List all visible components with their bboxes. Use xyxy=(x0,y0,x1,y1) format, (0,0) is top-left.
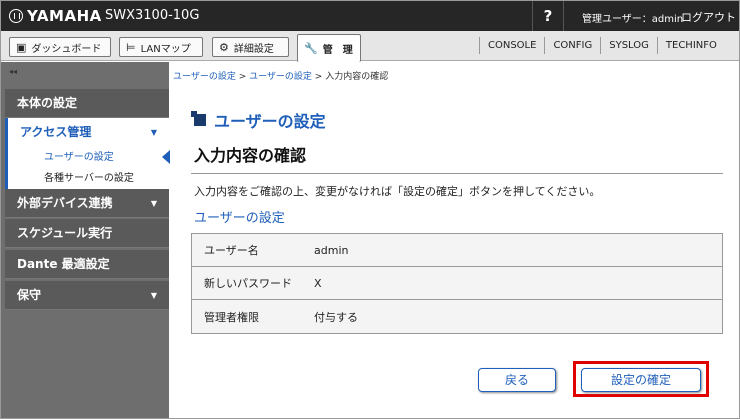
sidebar-item-label: スケジュール実行 xyxy=(17,226,113,240)
back-button[interactable]: 戻る xyxy=(478,368,556,392)
sidebar-item-label: 外部デバイス連携 xyxy=(17,196,113,210)
confirm-settings-button[interactable]: 設定の確定 xyxy=(581,368,701,392)
gear-icon: ⚙ xyxy=(219,40,229,54)
breadcrumb-current: 入力内容の確認 xyxy=(325,72,389,82)
sidebar-item-label: アクセス管理 xyxy=(20,125,92,139)
model-name: SWX3100-10G xyxy=(105,8,200,23)
row-value: 付与する xyxy=(314,310,358,324)
sidebar-item-label: 本体の設定 xyxy=(17,96,78,110)
user-info: 管理ユーザー：admin xyxy=(582,14,684,25)
sidebar-item-access-management[interactable]: アクセス管理 ▼ xyxy=(5,118,169,147)
tab-lanmap[interactable]: ⊨ LANマップ xyxy=(119,37,203,57)
logout-link[interactable]: ログアウト xyxy=(681,9,736,25)
dashboard-icon: ▣ xyxy=(16,40,27,54)
nav-bar: ▣ ダッシュボード ⊨ LANマップ ⚙ 詳細設定 🔧 管 理 CONSOLE … xyxy=(1,31,739,62)
app-window: YAMAHA SWX3100-10G ? 管理ユーザー：admin ログアウト … xyxy=(0,0,740,419)
top-bar: YAMAHA SWX3100-10G ? 管理ユーザー：admin ログアウト xyxy=(1,1,739,31)
section-title: ユーザーの設定 xyxy=(194,211,285,226)
row-value: X xyxy=(314,276,322,290)
tab-management-label: 管 理 xyxy=(322,45,353,56)
sidebar-item-label: ユーザーの設定 xyxy=(44,152,114,163)
breadcrumb-link-2[interactable]: ユーザーの設定 xyxy=(249,72,312,82)
tab-advanced-settings-label: 詳細設定 xyxy=(233,43,274,55)
external-links: CONSOLE CONFIG SYSLOG TECHINFO xyxy=(479,37,725,54)
sidebar-item-label: Dante 最適設定 xyxy=(17,257,110,271)
yamaha-logo-icon xyxy=(9,9,23,23)
tab-advanced-settings[interactable]: ⚙ 詳細設定 xyxy=(212,37,289,57)
breadcrumb-separator: > xyxy=(235,72,250,82)
breadcrumb-separator: > xyxy=(311,72,326,82)
sidebar-item-user-settings[interactable]: ユーザーの設定 xyxy=(5,147,170,168)
row-value: admin xyxy=(314,243,349,257)
tab-dashboard[interactable]: ▣ ダッシュボード xyxy=(9,37,111,57)
divider xyxy=(191,173,723,174)
confirmation-table: ユーザー名 admin 新しいパスワード X 管理者権限 付与する xyxy=(191,233,723,334)
chevron-down-icon: ▼ xyxy=(150,291,157,300)
page-title: ユーザーの設定 xyxy=(191,108,326,132)
table-row: 管理者権限 付与する xyxy=(192,300,722,333)
brand-logo[interactable]: YAMAHA xyxy=(9,7,102,25)
sidebar-item-dante[interactable]: Dante 最適設定 xyxy=(5,250,169,279)
instruction-message: 入力内容をご確認の上、変更がなければ「設定の確定」ボタンを押してください。 xyxy=(194,185,601,198)
console-link[interactable]: CONSOLE xyxy=(479,37,544,54)
breadcrumb-link-1[interactable]: ユーザーの設定 xyxy=(173,72,236,82)
chevron-down-icon: ▼ xyxy=(150,199,157,208)
table-row: ユーザー名 admin xyxy=(192,234,722,267)
section-square-icon xyxy=(191,111,206,126)
sidebar-item-server-settings[interactable]: 各種サーバーの設定 xyxy=(5,168,169,189)
row-label: 管理者権限 xyxy=(204,310,259,324)
breadcrumb: ユーザーの設定 > ユーザーの設定 > 入力内容の確認 xyxy=(173,69,388,82)
wrench-icon: 🔧 xyxy=(304,42,318,55)
collapse-sidebar-icon[interactable]: ◂◂ xyxy=(9,67,17,76)
page-title-text: ユーザーの設定 xyxy=(214,112,326,131)
sidebar: ◂◂ 本体の設定 アクセス管理 ▼ ユーザーの設定 各種サーバーの設定 外部デバ… xyxy=(1,62,170,418)
sidebar-item-maintenance[interactable]: 保守 ▼ xyxy=(5,281,169,310)
brand-name: YAMAHA xyxy=(27,7,102,25)
page-subtitle: 入力内容の確認 xyxy=(194,146,307,165)
sidebar-item-device-settings[interactable]: 本体の設定 xyxy=(5,89,169,118)
lanmap-icon: ⊨ xyxy=(126,40,136,54)
row-label: ユーザー名 xyxy=(204,244,259,257)
tab-management[interactable]: 🔧 管 理 xyxy=(297,34,361,62)
syslog-link[interactable]: SYSLOG xyxy=(600,37,657,54)
tab-lanmap-label: LANマップ xyxy=(140,43,191,55)
sidebar-item-label: 各種サーバーの設定 xyxy=(44,173,134,184)
table-row: 新しいパスワード X xyxy=(192,267,722,300)
sidebar-item-schedule[interactable]: スケジュール実行 xyxy=(5,219,169,248)
sidebar-item-label: 保守 xyxy=(17,288,42,302)
sidebar-item-external-device[interactable]: 外部デバイス連携 ▼ xyxy=(5,189,169,218)
techinfo-link[interactable]: TECHINFO xyxy=(656,37,725,54)
row-label: 新しいパスワード xyxy=(204,277,292,290)
help-button[interactable]: ? xyxy=(532,1,564,31)
config-link[interactable]: CONFIG xyxy=(544,37,600,54)
chevron-down-icon: ▼ xyxy=(150,128,157,137)
tab-dashboard-label: ダッシュボード xyxy=(31,43,102,55)
